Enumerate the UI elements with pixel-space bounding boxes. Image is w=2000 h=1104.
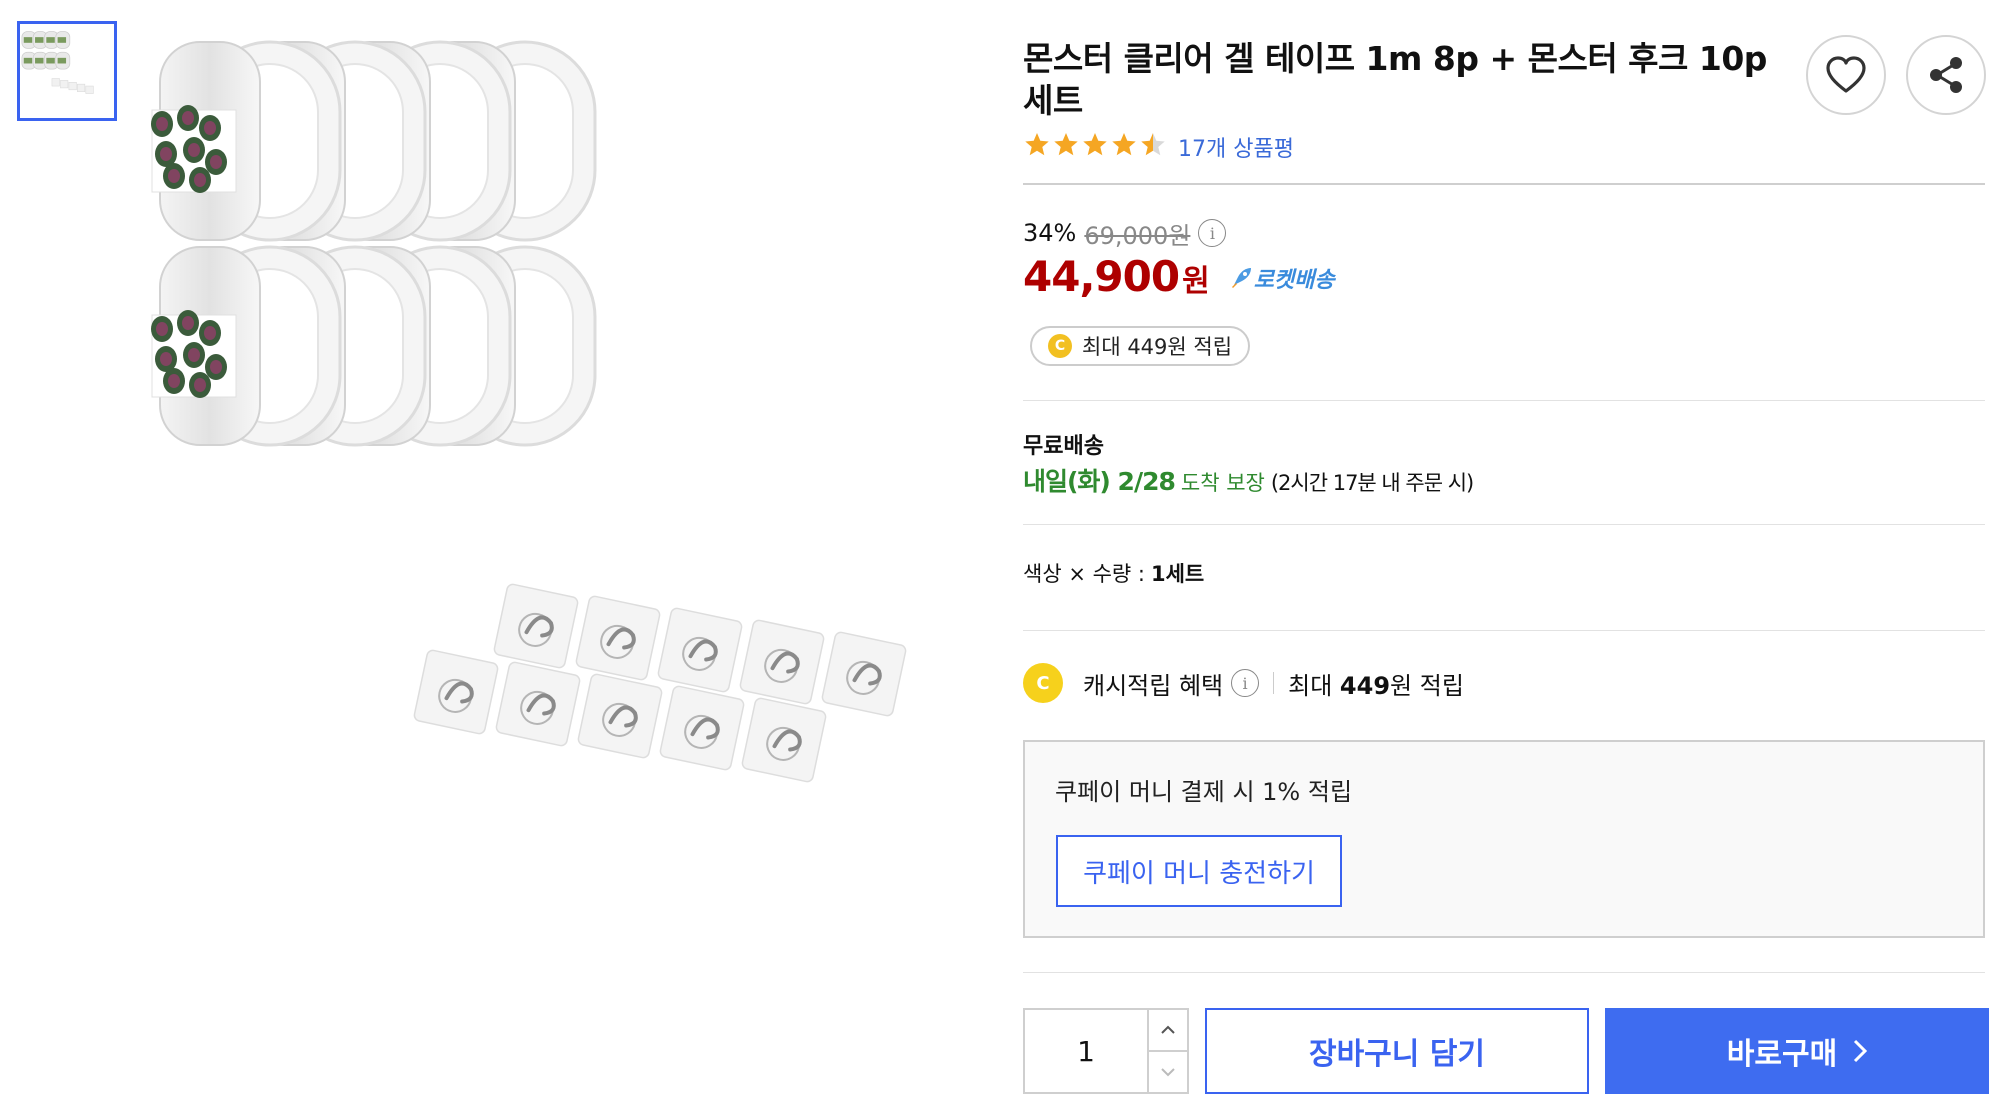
option-selection: 색상 × 수량 : 1세트 [1023, 558, 1204, 588]
rocket-delivery-badge: 로켓배송 [1228, 262, 1335, 294]
cash-reward-text: 최대 449원 적립 [1082, 335, 1233, 359]
cash-benefit-label: 캐시적립 혜택 [1083, 671, 1224, 700]
product-info-panel: 몬스터 클리어 겔 테이프 1m 8p + 몬스터 후크 10p 세트 17개 … [1023, 0, 1989, 1104]
rating-stars [1023, 131, 1168, 163]
adhesive-hook [577, 673, 663, 759]
product-main-image [150, 30, 950, 850]
cash-reward-pill: C 최대 449원 적립 [1030, 326, 1251, 366]
chevron-down-icon [1161, 1068, 1175, 1077]
divider [1023, 630, 1985, 631]
divider [1023, 524, 1985, 525]
original-price-row: 34% 69,000원 i [1023, 216, 1227, 250]
thumbnail-image [20, 24, 114, 118]
quantity-decrease-button[interactable] [1149, 1052, 1187, 1092]
quantity-stepper [1023, 1008, 1189, 1094]
quantity-input[interactable] [1025, 1010, 1147, 1092]
product-title: 몬스터 클리어 겔 테이프 1m 8p + 몬스터 후크 10p 세트 [1023, 39, 1767, 120]
info-icon[interactable]: i [1231, 669, 1260, 697]
adhesive-hook [739, 619, 825, 705]
share-button[interactable] [1906, 35, 1986, 115]
coupay-description: 쿠페이 머니 결제 시 1% 적립 [1055, 778, 1353, 806]
cash-benefit-row: C 캐시적립 혜택 i 최대 449원 적립 [1023, 660, 1464, 706]
adhesive-hook [659, 685, 745, 771]
thumbnail-selected[interactable] [17, 21, 117, 121]
option-label: 색상 × 수량 : [1023, 562, 1145, 586]
discount-rate: 34% [1023, 219, 1077, 247]
option-value: 1세트 [1150, 562, 1205, 586]
adhesive-hook [575, 595, 661, 681]
rocket-icon [1231, 268, 1251, 288]
currency-unit: 원 [1182, 264, 1210, 299]
heart-icon [1826, 56, 1866, 93]
quantity-increase-button[interactable] [1149, 1010, 1187, 1052]
rocket-delivery-label: 로켓배송 [1253, 268, 1335, 293]
cash-coin-icon: C [1048, 334, 1072, 358]
adhesive-hook [741, 697, 827, 783]
chevron-right-icon [1853, 1039, 1868, 1063]
star-icon [1052, 131, 1081, 163]
rating: 17개 상품평 [1023, 130, 1294, 164]
star-icon [1081, 131, 1110, 163]
sale-price: 44,900 [1023, 252, 1180, 301]
adhesive-hook [495, 661, 581, 747]
tape-roll [151, 40, 342, 242]
arrival-date: 내일(화) 2/28 [1023, 467, 1176, 496]
order-cutoff: (2시간 17분 내 주문 시) [1270, 471, 1474, 495]
coupay-money-box: 쿠페이 머니 결제 시 1% 적립 쿠페이 머니 충전하기 [1023, 740, 1985, 938]
star-icon [1139, 131, 1168, 163]
quantity-stepper-buttons [1147, 1010, 1187, 1092]
sale-price-row: 44,900 원 로켓배송 [1023, 252, 1335, 304]
arrival-guarantee: 도착 보장 [1180, 471, 1265, 495]
adhesive-hook [657, 607, 743, 693]
adhesive-hook [493, 583, 579, 669]
shipping-title: 무료배송 [1023, 434, 1104, 459]
divider [1023, 400, 1985, 401]
divider [1023, 183, 1985, 185]
star-icon [1023, 131, 1052, 163]
add-to-cart-button[interactable]: 장바구니 담기 [1205, 1008, 1589, 1094]
star-icon [1110, 131, 1139, 163]
separator [1273, 672, 1275, 694]
cash-coin-icon: C [1023, 663, 1063, 703]
chevron-up-icon [1161, 1025, 1175, 1034]
info-icon[interactable]: i [1198, 219, 1227, 247]
tape-roll [151, 245, 342, 447]
coupay-charge-button[interactable]: 쿠페이 머니 충전하기 [1056, 835, 1342, 907]
arrival-info: 내일(화) 2/28 도착 보장 (2시간 17분 내 주문 시) [1023, 462, 1474, 498]
buy-now-button[interactable]: 바로구매 [1605, 1008, 1989, 1094]
adhesive-hook [413, 649, 499, 735]
adhesive-hook [821, 631, 907, 717]
wishlist-button[interactable] [1806, 35, 1886, 115]
review-count-link[interactable]: 17개 상품평 [1178, 131, 1294, 163]
original-price: 69,000원 [1084, 221, 1191, 250]
divider [1023, 972, 1985, 973]
share-icon [1930, 57, 1962, 93]
cash-benefit-max: 최대 449원 적립 [1288, 671, 1464, 700]
buy-now-label: 바로구매 [1726, 1037, 1838, 1072]
